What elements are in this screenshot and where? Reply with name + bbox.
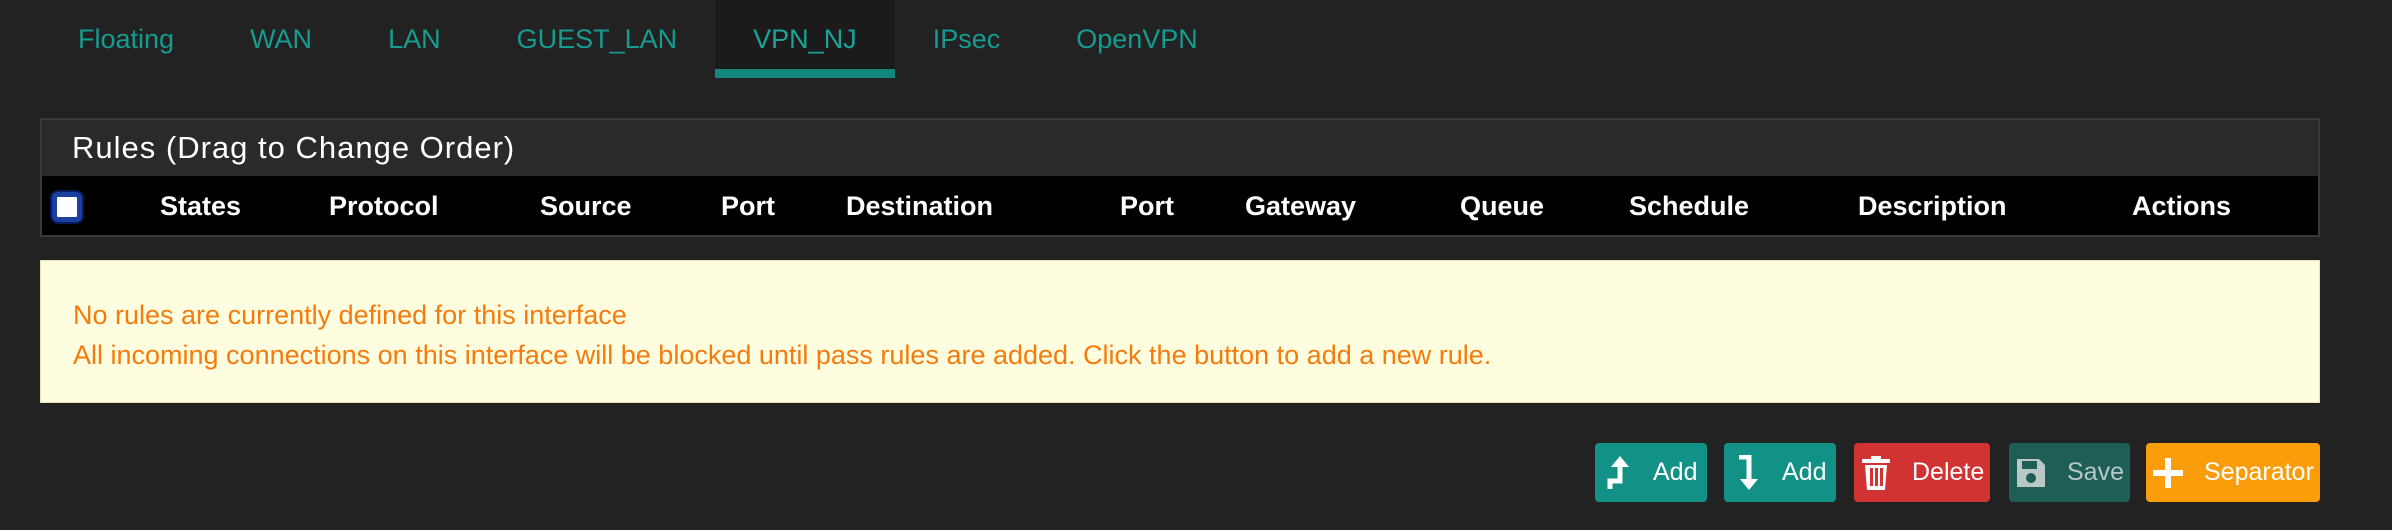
interface-tabs: Floating WAN LAN GUEST_LAN VPN_NJ IPsec … bbox=[40, 0, 1236, 78]
table-header: States Protocol Source Port Destination … bbox=[42, 176, 2318, 237]
alert-line-1: No rules are currently defined for this … bbox=[73, 300, 627, 330]
col-states[interactable]: States bbox=[160, 176, 241, 237]
tab-floating[interactable]: Floating bbox=[40, 0, 212, 78]
alert-line-2: All incoming connections on this interfa… bbox=[73, 340, 1492, 370]
add-separator-button[interactable]: Separator bbox=[2146, 443, 2320, 502]
col-destination[interactable]: Destination bbox=[846, 176, 993, 237]
select-all-checkbox[interactable] bbox=[52, 192, 82, 222]
arrow-up-turn-icon bbox=[1595, 455, 1639, 491]
col-queue[interactable]: Queue bbox=[1460, 176, 1544, 237]
panel-title: Rules (Drag to Change Order) bbox=[42, 120, 2318, 176]
col-protocol[interactable]: Protocol bbox=[329, 176, 439, 237]
col-description[interactable]: Description bbox=[1858, 176, 2007, 237]
save-button[interactable]: Save bbox=[2009, 443, 2130, 502]
add-rule-bottom-button[interactable]: Add bbox=[1724, 443, 1836, 502]
tab-guest-lan[interactable]: GUEST_LAN bbox=[479, 0, 716, 78]
tab-vpn-nj[interactable]: VPN_NJ bbox=[715, 0, 895, 78]
col-source[interactable]: Source bbox=[540, 176, 632, 237]
col-gateway[interactable]: Gateway bbox=[1245, 176, 1356, 237]
add-rule-top-button[interactable]: Add bbox=[1595, 443, 1707, 502]
tab-wan[interactable]: WAN bbox=[212, 0, 350, 78]
delete-button[interactable]: Delete bbox=[1854, 443, 1990, 502]
col-dest-port[interactable]: Port bbox=[1120, 176, 1174, 237]
plus-icon bbox=[2146, 457, 2190, 489]
col-schedule[interactable]: Schedule bbox=[1629, 176, 1749, 237]
trash-icon bbox=[1854, 455, 1898, 490]
no-rules-alert: No rules are currently defined for this … bbox=[40, 260, 2320, 403]
tab-lan[interactable]: LAN bbox=[350, 0, 479, 78]
arrow-down-turn-icon bbox=[1724, 454, 1768, 491]
tab-ipsec[interactable]: IPsec bbox=[895, 0, 1039, 78]
tab-openvpn[interactable]: OpenVPN bbox=[1038, 0, 1236, 78]
rules-panel: Rules (Drag to Change Order) States Prot… bbox=[40, 118, 2320, 237]
col-actions: Actions bbox=[2132, 191, 2232, 221]
floppy-disk-icon bbox=[2009, 457, 2053, 489]
col-port[interactable]: Port bbox=[721, 176, 775, 237]
